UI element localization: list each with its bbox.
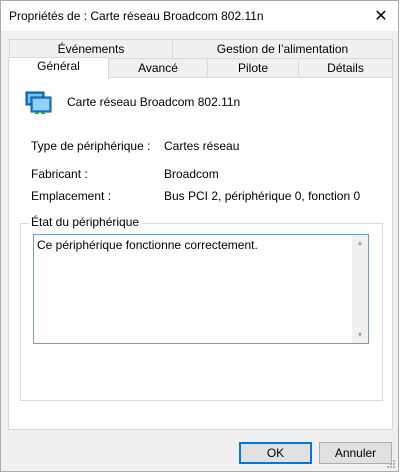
tab-general[interactable]: Général (8, 57, 109, 79)
device-status-textbox[interactable]: Ce périphérique fonctionne correctement.… (33, 234, 369, 344)
scroll-down-arrow-icon[interactable]: ▼ (352, 328, 368, 342)
tab-gestion-alimentation[interactable]: Gestion de l’alimentation (172, 39, 393, 59)
title-bar: Propriétés de : Carte réseau Broadcom 80… (1, 1, 398, 31)
tab-pilote[interactable]: Pilote (207, 58, 299, 78)
tab-evenements[interactable]: Événements (9, 39, 173, 59)
network-adapter-icon (25, 89, 53, 118)
tab-avance[interactable]: Avancé (108, 58, 208, 78)
properties-dialog: Propriétés de : Carte réseau Broadcom 80… (0, 0, 399, 472)
resize-grip-icon[interactable] (386, 459, 396, 469)
status-scrollbar[interactable]: ▲ ▼ (352, 235, 368, 343)
manufacturer-label: Fabricant : (31, 167, 88, 181)
scroll-up-arrow-icon[interactable]: ▲ (352, 236, 368, 250)
device-status-title: État du périphérique (29, 215, 143, 229)
location-value: Bus PCI 2, périphérique 0, fonction 0 (164, 189, 361, 203)
device-type-value: Cartes réseau (164, 139, 240, 153)
window-title: Propriétés de : Carte réseau Broadcom 80… (9, 9, 264, 23)
close-button[interactable]: ✕ (364, 1, 398, 31)
manufacturer-value: Broadcom (164, 167, 219, 181)
device-type-label: Type de périphérique : (31, 139, 151, 153)
device-name: Carte réseau Broadcom 802.11n (67, 95, 241, 109)
device-status-text: Ce périphérique fonctionne correctement. (37, 238, 258, 252)
tab-details[interactable]: Détails (298, 58, 393, 78)
ok-button[interactable]: OK (239, 442, 312, 464)
cancel-button[interactable]: Annuler (319, 442, 392, 464)
location-label: Emplacement : (31, 189, 112, 203)
